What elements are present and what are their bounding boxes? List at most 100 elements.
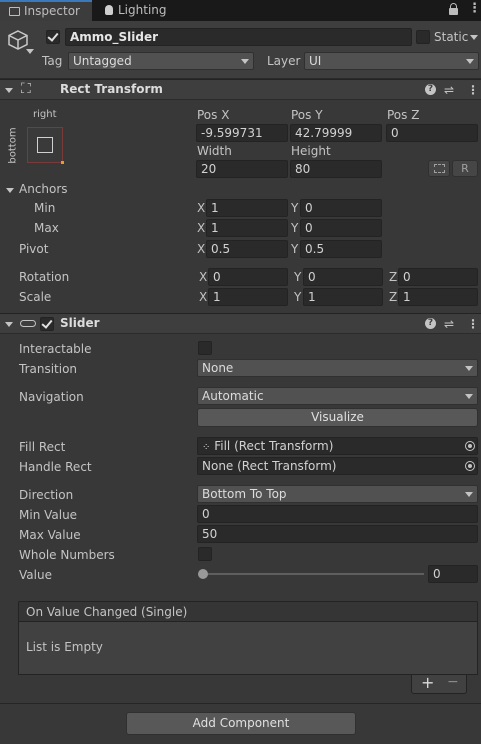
direction-dropdown[interactable]: Bottom To Top [197, 485, 478, 503]
rect-transform-header[interactable]: ⛶ Rect Transform ? ⇌ ⋮ [0, 79, 481, 100]
anchor-presets-button[interactable] [27, 127, 64, 164]
handle-rect-field[interactable]: None (Rect Transform) [197, 457, 478, 475]
whole-numbers-checkbox[interactable] [198, 547, 212, 561]
on-value-changed-header: On Value Changed (Single) [18, 601, 478, 622]
min-value-field[interactable]: 0 [197, 505, 478, 523]
whole-numbers-label: Whole Numbers [19, 548, 115, 562]
navigation-label: Navigation [19, 390, 84, 404]
value-slider-handle[interactable] [198, 569, 208, 579]
blueprint-mode-button[interactable] [428, 160, 450, 177]
component-menu-icon[interactable]: ⋮ [467, 83, 479, 97]
value-slider-track[interactable] [203, 573, 424, 575]
value-label: Value [19, 568, 52, 582]
max-x-field[interactable]: 1 [206, 219, 288, 237]
pivot-x-field[interactable]: 0.5 [206, 240, 288, 258]
pos-x-field[interactable]: -9.599731 [196, 124, 288, 142]
scale-x-field[interactable]: 1 [208, 288, 288, 306]
height-field[interactable]: 80 [290, 160, 382, 178]
slider-help-icon[interactable]: ? [425, 318, 436, 329]
add-component-label: Add Component [192, 716, 290, 730]
inspector-icon [9, 7, 20, 16]
active-checkbox[interactable] [46, 30, 60, 44]
layer-label: Layer [267, 54, 301, 68]
slider-enabled-checkbox[interactable] [40, 317, 54, 331]
max-label: Max [34, 221, 59, 235]
on-value-changed-list: List is Empty [18, 622, 478, 675]
layer-value: UI [309, 54, 322, 68]
visualize-button[interactable]: Visualize [197, 408, 478, 427]
width-field[interactable]: 20 [196, 160, 288, 178]
layer-dropdown[interactable]: UI [304, 52, 479, 70]
max-y-axis-label: Y [291, 221, 299, 235]
pos-z-field[interactable]: 0 [386, 124, 478, 142]
scale-y-field[interactable]: 1 [303, 288, 383, 306]
rotation-z-field[interactable]: 0 [398, 268, 478, 286]
max-value-field[interactable]: 50 [197, 525, 478, 543]
tab-lighting-label: Lighting [118, 3, 167, 17]
min-y-field[interactable]: 0 [300, 199, 382, 217]
pos-y-label: Pos Y [291, 108, 323, 122]
static-label: Static [434, 30, 469, 44]
object-picker-icon[interactable] [465, 441, 475, 451]
lock-icon[interactable] [449, 3, 458, 15]
scale-x-axis-label: X [199, 290, 208, 304]
navigation-dropdown[interactable]: Automatic [197, 387, 478, 405]
pos-z-label: Pos Z [387, 108, 420, 122]
anchor-horizontal-label: right [33, 109, 57, 120]
pos-x-label: Pos X [197, 108, 230, 122]
transition-label: Transition [19, 362, 78, 376]
rect-transform-icon: ⛶ [21, 81, 31, 97]
pivot-y-field[interactable]: 0.5 [300, 240, 382, 258]
raw-edit-button[interactable]: R [452, 160, 478, 177]
anchor-preset-dot [61, 161, 64, 164]
fill-rect-value: Fill (Rect Transform) [214, 439, 334, 453]
scale-y-axis-label: Y [294, 290, 302, 304]
slider-header[interactable]: Slider ? ⇌ ⋮ [0, 313, 481, 334]
rotation-z-axis-label: Z [389, 270, 398, 284]
slider-presets-icon[interactable]: ⇌ [444, 317, 454, 331]
more-menu-icon[interactable]: ⋮ [468, 2, 481, 16]
anchors-fold-arrow[interactable] [6, 188, 14, 193]
pos-y-field[interactable]: 42.79999 [290, 124, 382, 142]
slider-menu-icon[interactable]: ⋮ [467, 317, 479, 331]
anchor-vertical-label: bottom [7, 127, 19, 164]
tab-lighting[interactable]: Lighting [98, 0, 178, 21]
navigation-value: Automatic [202, 389, 264, 403]
value-field[interactable]: 0 [428, 565, 478, 583]
blueprint-icon [433, 164, 445, 173]
interactable-checkbox[interactable] [198, 341, 212, 355]
remove-event-button[interactable]: − [447, 674, 459, 690]
object-name-field[interactable]: Ammo_Slider [65, 28, 412, 46]
object-picker-icon[interactable] [465, 461, 475, 471]
help-icon[interactable]: ? [425, 84, 436, 95]
visualize-label: Visualize [311, 410, 364, 424]
rect-transform-body: right bottom Pos X Pos Y Pos Z -9.599731… [0, 100, 481, 313]
presets-icon[interactable]: ⇌ [444, 83, 454, 97]
width-label: Width [197, 144, 232, 158]
add-component-button[interactable]: Add Component [126, 712, 356, 735]
max-value-label: Max Value [19, 528, 81, 542]
direction-value: Bottom To Top [202, 487, 287, 501]
tag-dropdown[interactable]: Untagged [68, 52, 254, 70]
slider-fold-arrow[interactable] [5, 322, 13, 327]
max-y-field[interactable]: 0 [300, 219, 382, 237]
rotation-x-field[interactable]: 0 [208, 268, 288, 286]
min-x-field[interactable]: 1 [206, 199, 288, 217]
scale-label: Scale [19, 290, 52, 304]
rect-transform-fold-arrow[interactable] [5, 88, 13, 93]
gameobject-header: Ammo_Slider Static Tag Untagged Layer UI [0, 21, 481, 79]
rotation-y-field[interactable]: 0 [303, 268, 383, 286]
static-checkbox[interactable] [416, 30, 430, 44]
rect-transform-small-icon: ⁘ [202, 442, 211, 453]
add-event-button[interactable]: + [421, 673, 434, 692]
fill-rect-field[interactable]: ⁘ Fill (Rect Transform) [197, 437, 478, 455]
anchors-label: Anchors [19, 182, 68, 196]
transition-dropdown[interactable]: None [197, 359, 478, 377]
icon-dropdown-arrow[interactable] [26, 49, 34, 54]
static-dropdown-arrow[interactable] [470, 35, 478, 40]
scale-z-field[interactable]: 1 [398, 288, 478, 306]
transition-value: None [202, 361, 234, 375]
min-label: Min [34, 201, 56, 215]
tab-inspector[interactable]: Inspector [0, 0, 92, 21]
list-footer: + − [411, 673, 467, 694]
